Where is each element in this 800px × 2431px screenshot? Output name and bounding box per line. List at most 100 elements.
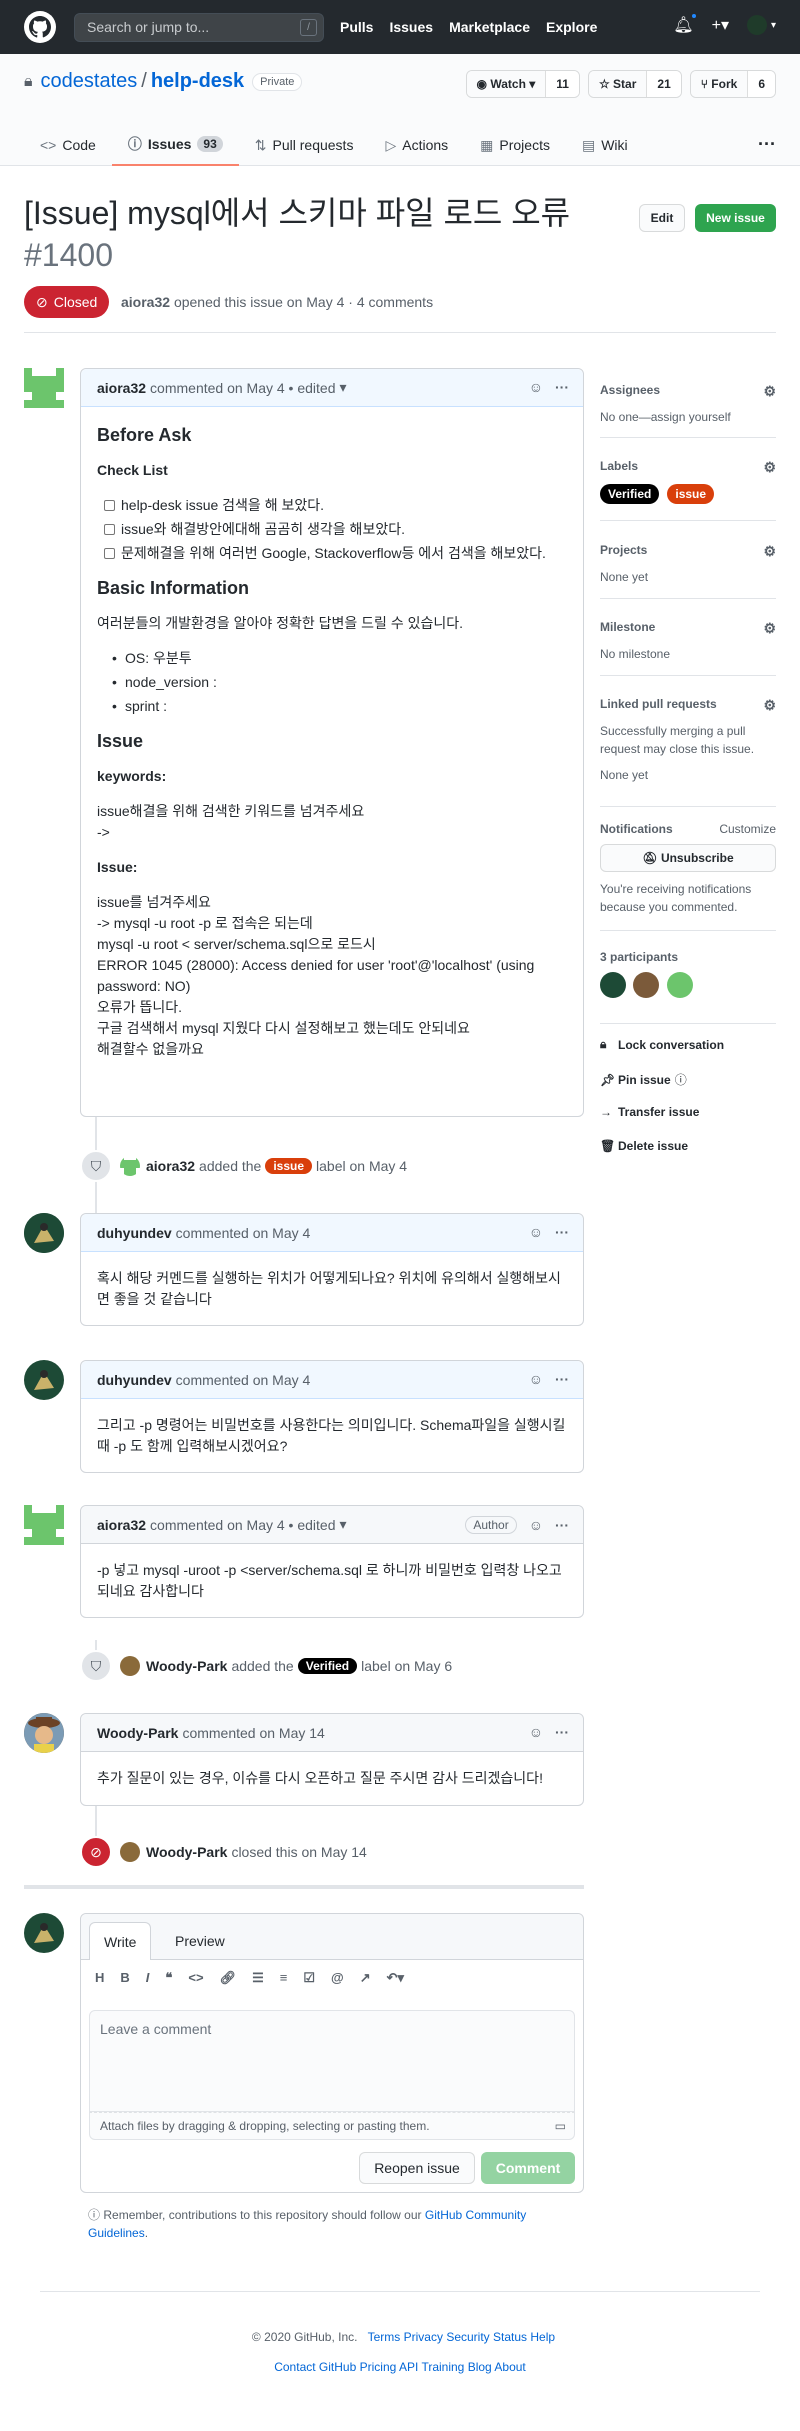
transfer-issue-link[interactable]: → Transfer issue <box>600 1105 699 1119</box>
kebab-icon[interactable]: ··· <box>555 1224 569 1240</box>
assignees-title[interactable]: Assignees <box>600 383 660 400</box>
comment-meta[interactable]: commented on May 4 • edited <box>150 1517 335 1533</box>
participant-avatar[interactable] <box>600 972 626 998</box>
tab-pull-requests[interactable]: ⇅ Pull requests <box>239 124 370 166</box>
tab-write[interactable]: Write <box>89 1922 152 1960</box>
italic-icon[interactable]: I <box>146 1970 150 1986</box>
kebab-icon[interactable]: ··· <box>555 1371 569 1387</box>
heading-icon[interactable]: H <box>95 1970 104 1986</box>
footer-link-about[interactable]: About <box>494 2360 525 2374</box>
tab-wiki[interactable]: ▤ Wiki <box>566 124 644 166</box>
repo-name[interactable]: help-desk <box>151 70 244 93</box>
search-input[interactable]: Search or jump to... / <box>74 12 324 42</box>
reopen-issue-button[interactable]: Reopen issue <box>359 2152 475 2184</box>
lock-conversation-link[interactable]: 🔒︎ Lock conversation <box>600 1037 724 1052</box>
mention-icon[interactable]: @ <box>331 1970 344 1986</box>
chevron-down-icon[interactable]: ▾ <box>340 1516 347 1533</box>
checkbox[interactable] <box>104 524 115 535</box>
quote-icon[interactable]: ❝ <box>165 1970 172 1986</box>
github-logo-icon[interactable] <box>24 11 56 43</box>
footer-link-privacy[interactable]: Privacy <box>404 2330 443 2344</box>
footer-link-training[interactable]: Training <box>421 2360 464 2374</box>
kebab-icon[interactable]: ··· <box>555 1724 569 1740</box>
chevron-down-icon[interactable]: ▾ <box>340 379 347 396</box>
smiley-icon[interactable]: ☺ <box>529 379 543 395</box>
edit-button[interactable]: Edit <box>639 204 685 232</box>
watch-count[interactable]: 11 <box>545 71 579 97</box>
bell-icon[interactable]: 🔔︎ <box>673 12 698 35</box>
comment-author[interactable]: aiora32 <box>97 1517 146 1533</box>
comment-meta[interactable]: commented on May 14 <box>182 1725 324 1741</box>
more-menu-icon[interactable]: ··· <box>758 134 776 155</box>
participant-avatar[interactable] <box>666 972 693 998</box>
footer-link-status[interactable]: Status <box>493 2330 527 2344</box>
nav-issues[interactable]: Issues <box>389 19 433 35</box>
avatar[interactable] <box>120 1156 140 1176</box>
gear-icon[interactable]: ⚙ <box>763 543 776 560</box>
footer-link-pricing[interactable]: Pricing <box>360 2360 397 2374</box>
attach-files[interactable]: Attach files by dragging & dropping, sel… <box>89 2112 575 2140</box>
pin-issue-link[interactable]: 📌︎ Pin issue ⓘ <box>600 1071 687 1088</box>
fork-count[interactable]: 6 <box>747 71 775 97</box>
watch-button[interactable]: ◉ Watch ▾ 11 <box>465 70 580 98</box>
tab-preview[interactable]: Preview <box>161 1922 239 1960</box>
reply-icon[interactable]: ↶▾ <box>387 1970 404 1986</box>
code-icon[interactable]: <> <box>188 1970 203 1986</box>
avatar[interactable] <box>24 1213 64 1253</box>
cross-reference-icon[interactable]: ↗ <box>360 1970 371 1986</box>
bullet-list-icon[interactable]: ☰ <box>252 1970 264 1986</box>
gear-icon[interactable]: ⚙ <box>763 383 776 400</box>
checkbox[interactable] <box>104 500 115 511</box>
projects-title[interactable]: Projects <box>600 543 647 560</box>
nav-marketplace[interactable]: Marketplace <box>449 19 530 35</box>
tab-projects[interactable]: ▦ Projects <box>464 124 566 166</box>
event-user[interactable]: aiora32 <box>146 1158 195 1174</box>
milestone-title[interactable]: Milestone <box>600 620 655 637</box>
kebab-icon[interactable]: ··· <box>555 1517 569 1533</box>
footer-link-api[interactable]: API <box>399 2360 418 2374</box>
checkbox[interactable] <box>104 548 115 559</box>
verified-label[interactable]: Verified <box>600 484 660 504</box>
repo-owner[interactable]: codestates <box>41 70 138 93</box>
avatar[interactable] <box>120 1842 140 1862</box>
delete-issue-link[interactable]: 🗑︎ Delete issue <box>600 1139 688 1153</box>
gear-icon[interactable]: ⚙ <box>763 697 776 714</box>
comment-meta[interactable]: commented on May 4 • edited <box>150 380 335 396</box>
smiley-icon[interactable]: ☺ <box>529 1224 543 1240</box>
new-issue-button[interactable]: New issue <box>695 204 776 232</box>
gear-icon[interactable]: ⚙ <box>763 459 776 476</box>
footer-link-contact[interactable]: Contact GitHub <box>274 2360 356 2374</box>
kebab-icon[interactable]: ··· <box>555 379 569 395</box>
star-button[interactable]: ☆ Star 21 <box>587 70 682 98</box>
comment-author[interactable]: Woody-Park <box>97 1725 178 1741</box>
assignees-value[interactable]: No one—assign yourself <box>600 408 776 426</box>
plus-icon[interactable]: +▾ <box>712 15 729 35</box>
unsubscribe-button[interactable]: 🔕︎ Unsubscribe <box>600 844 776 872</box>
participant-avatar[interactable] <box>633 972 660 998</box>
avatar[interactable] <box>24 368 64 408</box>
star-count[interactable]: 21 <box>646 71 681 97</box>
comment-author[interactable]: duhyundev <box>97 1225 172 1241</box>
comment-meta[interactable]: commented on May 4 <box>176 1225 311 1241</box>
footer-link-blog[interactable]: Blog <box>468 2360 492 2374</box>
comment-meta[interactable]: commented on May 4 <box>176 1372 311 1388</box>
avatar[interactable] <box>24 1713 64 1753</box>
avatar[interactable] <box>24 1360 64 1400</box>
comment-button[interactable]: Comment <box>481 2152 575 2184</box>
labels-title[interactable]: Labels <box>600 459 638 476</box>
link-icon[interactable]: 🔗︎ <box>220 1970 237 1986</box>
nav-explore[interactable]: Explore <box>546 19 597 35</box>
chevron-down-icon[interactable]: ▾ <box>771 20 776 31</box>
tab-actions[interactable]: ▷ Actions <box>369 124 464 166</box>
bold-icon[interactable]: B <box>120 1970 129 1986</box>
footer-link-help[interactable]: Help <box>530 2330 555 2344</box>
avatar[interactable] <box>24 1505 64 1545</box>
numbered-list-icon[interactable]: ≡ <box>280 1970 288 1986</box>
tab-code[interactable]: <> Code <box>24 124 112 166</box>
verified-label[interactable]: Verified <box>297 1658 358 1674</box>
fork-button[interactable]: ⑂ Fork 6 <box>689 70 776 98</box>
comment-author[interactable]: aiora32 <box>97 380 146 396</box>
info-icon[interactable]: ⓘ <box>675 1071 687 1088</box>
issue-label[interactable]: issue <box>667 484 715 504</box>
comment-author[interactable]: duhyundev <box>97 1372 172 1388</box>
